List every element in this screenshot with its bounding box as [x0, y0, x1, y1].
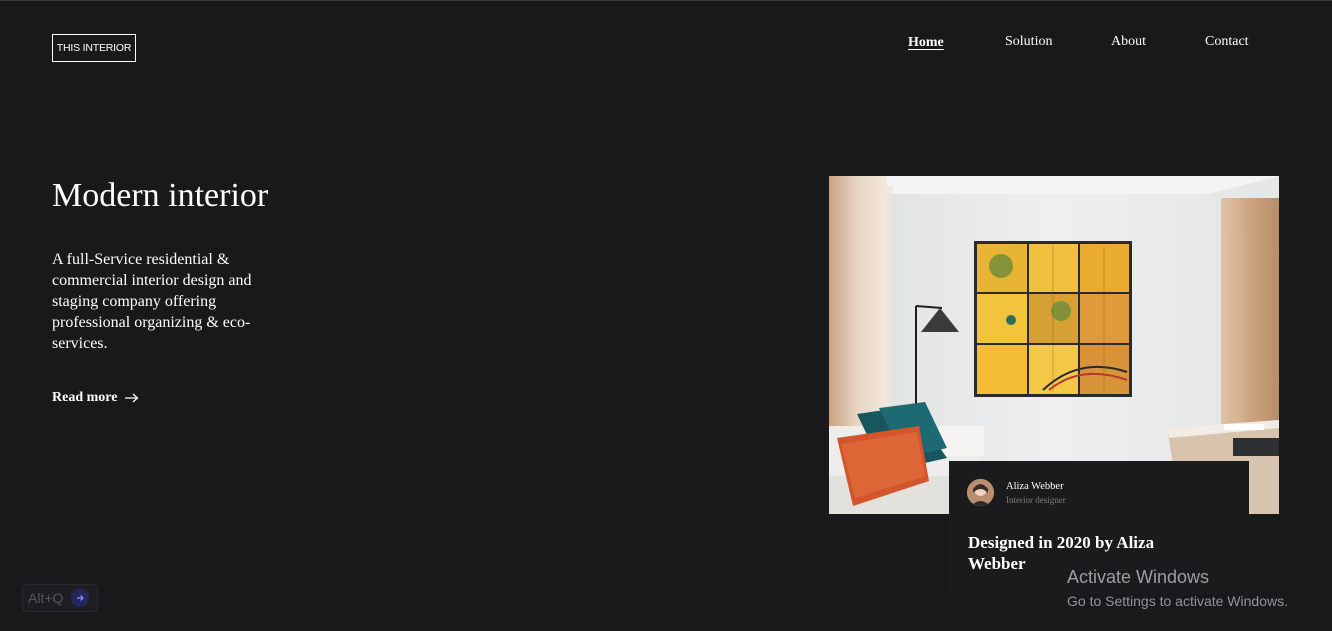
nav-item-contact[interactable]: Contact	[1205, 34, 1249, 50]
nav-item-solution[interactable]: Solution	[1005, 34, 1052, 50]
hero-description: A full-Service residential & commercial …	[52, 251, 252, 352]
shortcut-widget[interactable]: Alt+Q	[22, 584, 98, 612]
shortcut-arrow-icon	[71, 589, 90, 607]
nav-item-about[interactable]: About	[1111, 34, 1146, 50]
main-nav: Home Solution About Contact	[0, 34, 1332, 54]
hero-title: Modern interior	[52, 177, 269, 214]
activate-windows-title: Activate Windows	[1067, 567, 1210, 587]
author-avatar	[967, 479, 994, 506]
author-role: Interior designer	[1006, 495, 1066, 505]
arrow-right-icon	[125, 393, 139, 403]
read-more-link[interactable]: Read more	[52, 390, 139, 406]
nav-item-home[interactable]: Home	[908, 35, 944, 51]
activate-windows-subtitle: Go to Settings to activate Windows.	[1067, 593, 1288, 609]
shortcut-label: Alt+Q	[28, 590, 64, 606]
author-name: Aliza Webber	[1006, 481, 1064, 492]
read-more-label: Read more	[52, 390, 118, 405]
